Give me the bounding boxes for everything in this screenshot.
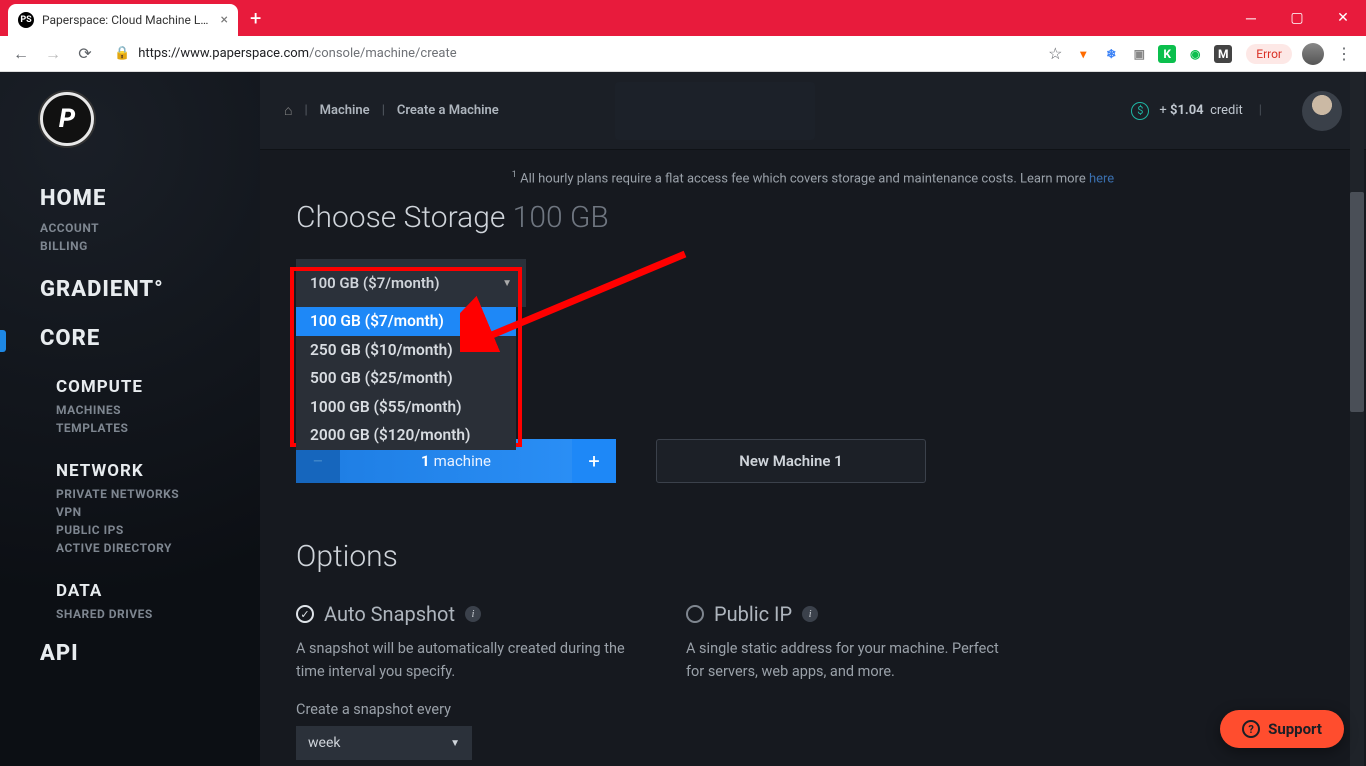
- star-icon[interactable]: ☆: [1042, 41, 1068, 67]
- storage-option-1000[interactable]: 1000 GB ($55/month): [296, 393, 516, 421]
- nav-account[interactable]: ACCOUNT: [40, 221, 260, 235]
- window-controls: ─ ▢ ✕: [1228, 0, 1366, 36]
- forward-button[interactable]: →: [40, 41, 66, 67]
- storage-option-500[interactable]: 500 GB ($25/month): [296, 364, 516, 392]
- nav-machines[interactable]: MACHINES: [56, 403, 260, 417]
- coin-icon: $: [1131, 102, 1149, 120]
- storage-heading: Choose Storage 100 GB: [296, 200, 1330, 235]
- public-ip-desc: A single static address for your machine…: [686, 638, 1016, 683]
- nav-vpn[interactable]: VPN: [56, 505, 260, 519]
- nav-public-ips[interactable]: PUBLIC IPS: [56, 523, 260, 537]
- extension-icon[interactable]: ❄: [1102, 45, 1120, 63]
- scrollbar-thumb[interactable]: [1350, 192, 1364, 412]
- maximize-button[interactable]: ▢: [1274, 0, 1320, 36]
- nav-private-networks[interactable]: PRIVATE NETWORKS: [56, 487, 260, 501]
- nav-shared-drives[interactable]: SHARED DRIVES: [56, 607, 260, 621]
- auto-snapshot-toggle[interactable]: [296, 605, 314, 623]
- storage-option-2000[interactable]: 2000 GB ($120/month): [296, 421, 516, 449]
- support-icon: ?: [1242, 720, 1260, 738]
- scrollbar-track[interactable]: [1350, 72, 1364, 766]
- pricing-note: 1 All hourly plans require a flat access…: [296, 170, 1330, 186]
- extension-icon[interactable]: K: [1158, 45, 1176, 63]
- favicon: PS: [18, 12, 34, 28]
- new-tab-button[interactable]: +: [250, 6, 261, 30]
- minimize-button[interactable]: ─: [1228, 0, 1274, 36]
- back-button[interactable]: ←: [8, 41, 34, 67]
- nav-compute[interactable]: COMPUTE: [56, 377, 260, 397]
- snapshot-interval-label: Create a snapshot every: [296, 701, 626, 718]
- info-icon[interactable]: i: [802, 606, 818, 622]
- close-tab-icon[interactable]: ×: [221, 12, 228, 28]
- nav-api[interactable]: API: [40, 641, 260, 666]
- sidebar: P HOME ACCOUNT BILLING GRADIENT° CORE CO…: [0, 72, 260, 766]
- nav-gradient[interactable]: GRADIENT°: [40, 277, 260, 302]
- extension-icon[interactable]: ◉: [1186, 45, 1204, 63]
- chevron-down-icon: ▼: [450, 738, 460, 749]
- browser-tab[interactable]: PS Paperspace: Cloud Machine Learn ×: [8, 4, 238, 36]
- nav-data[interactable]: DATA: [56, 581, 260, 601]
- nav-templates[interactable]: TEMPLATES: [56, 421, 260, 435]
- extension-icon[interactable]: ▣: [1130, 45, 1148, 63]
- storage-select[interactable]: 100 GB ($7/month) ▼: [296, 259, 526, 307]
- reload-button[interactable]: ⟳: [72, 41, 98, 67]
- paperspace-logo[interactable]: P: [40, 92, 94, 146]
- tab-title: Paperspace: Cloud Machine Learn: [42, 13, 213, 27]
- public-ip-title: Public IP: [714, 602, 792, 626]
- credit-display[interactable]: $ + $1.04 credit |: [1131, 102, 1268, 120]
- main-content: ⌂ | Machine | Create a Machine $ + $1.04…: [260, 72, 1366, 766]
- nav-billing[interactable]: BILLING: [40, 239, 260, 253]
- storage-option-250[interactable]: 250 GB ($10/month): [296, 336, 516, 364]
- options-heading: Options: [296, 539, 1330, 574]
- support-button[interactable]: ? Support: [1220, 710, 1344, 748]
- topbar: ⌂ | Machine | Create a Machine $ + $1.04…: [260, 72, 1366, 150]
- breadcrumb: ⌂ | Machine | Create a Machine: [284, 102, 499, 119]
- auto-snapshot-option: Auto Snapshot i A snapshot will be autom…: [296, 602, 626, 760]
- auto-snapshot-title: Auto Snapshot: [324, 602, 455, 626]
- address-bar[interactable]: 🔒 https://www.paperspace.com/console/mac…: [104, 46, 1036, 61]
- app-root: P HOME ACCOUNT BILLING GRADIENT° CORE CO…: [0, 72, 1366, 766]
- chevron-down-icon: ▼: [502, 278, 512, 289]
- nav-core[interactable]: CORE: [40, 326, 260, 351]
- browser-menu-icon[interactable]: ⋮: [1330, 44, 1358, 63]
- storage-selected-label: 100 GB ($7/month): [310, 274, 440, 292]
- extensions: ▾ ❄ ▣ K ◉ M: [1074, 45, 1240, 63]
- extension-icon[interactable]: M: [1214, 45, 1232, 63]
- error-badge[interactable]: Error: [1246, 44, 1292, 64]
- extension-icon[interactable]: ▾: [1074, 45, 1092, 63]
- snapshot-interval-select[interactable]: week ▼: [296, 726, 472, 760]
- public-ip-option: Public IP i A single static address for …: [686, 602, 1016, 760]
- machine-name-input[interactable]: New Machine 1: [656, 439, 926, 483]
- breadcrumb-create[interactable]: Create a Machine: [397, 103, 499, 118]
- storage-dropdown: 100 GB ($7/month) 250 GB ($10/month) 500…: [296, 307, 516, 449]
- storage-select-wrapper: 100 GB ($7/month) ▼ 100 GB ($7/month) 25…: [296, 259, 526, 307]
- nav-active-directory[interactable]: ACTIVE DIRECTORY: [56, 541, 260, 555]
- info-icon[interactable]: i: [465, 606, 481, 622]
- public-ip-toggle[interactable]: [686, 605, 704, 623]
- breadcrumb-machine[interactable]: Machine: [320, 103, 370, 118]
- learn-more-link[interactable]: here: [1089, 171, 1114, 186]
- increment-button[interactable]: +: [572, 439, 616, 483]
- browser-toolbar: ← → ⟳ 🔒 https://www.paperspace.com/conso…: [0, 36, 1366, 72]
- home-icon[interactable]: ⌂: [284, 102, 292, 119]
- lock-icon: 🔒: [114, 46, 130, 61]
- nav-home[interactable]: HOME: [40, 186, 260, 211]
- close-window-button[interactable]: ✕: [1320, 0, 1366, 36]
- nav-network[interactable]: NETWORK: [56, 461, 260, 481]
- storage-option-100[interactable]: 100 GB ($7/month): [296, 307, 516, 335]
- auto-snapshot-desc: A snapshot will be automatically created…: [296, 638, 626, 683]
- browser-titlebar: PS Paperspace: Cloud Machine Learn × + ─…: [0, 0, 1366, 36]
- browser-profile-avatar[interactable]: [1302, 43, 1324, 65]
- plan-preview-card: [615, 82, 815, 140]
- user-avatar[interactable]: [1302, 91, 1342, 131]
